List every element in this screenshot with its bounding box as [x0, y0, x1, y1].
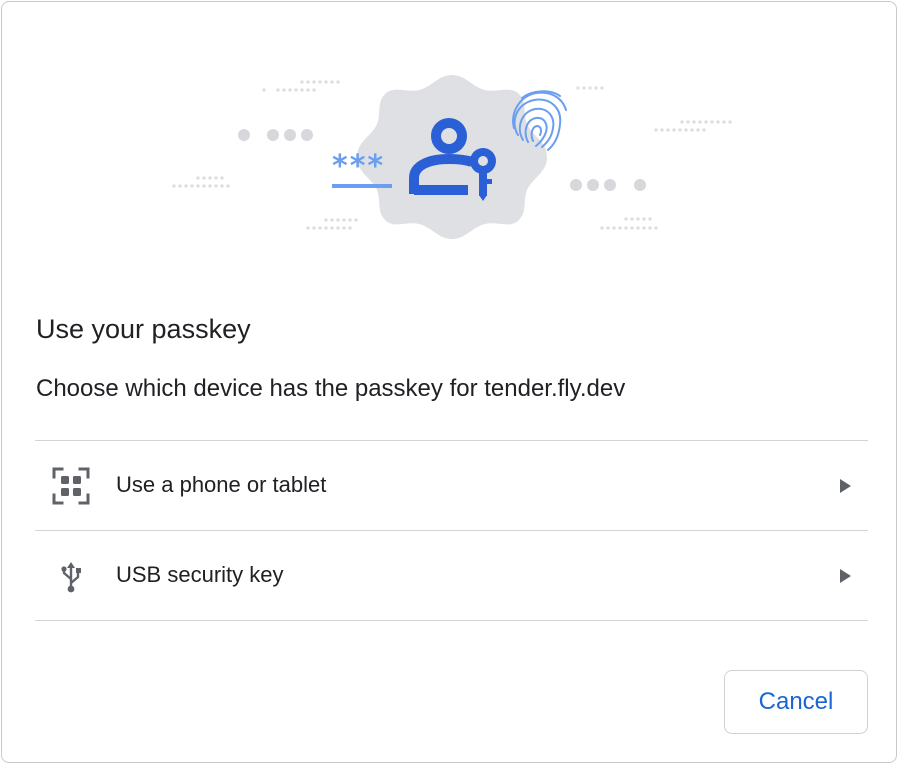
qr-code-icon: [52, 467, 90, 505]
passkey-illustration: ***: [172, 75, 732, 239]
chevron-right-icon: [840, 479, 851, 493]
option-phone-or-tablet[interactable]: Use a phone or tablet: [35, 441, 868, 531]
cancel-button[interactable]: Cancel: [724, 670, 868, 734]
chevron-right-icon: [840, 569, 851, 583]
password-mask-text: ***: [332, 149, 385, 184]
option-label: USB security key: [116, 562, 284, 587]
device-option-list: Use a phone or tablet USB security key: [35, 440, 868, 621]
dialog-subtitle: Choose which device has the passkey for …: [36, 375, 626, 402]
password-underline: [332, 184, 392, 188]
decorative-dots-right: [570, 86, 732, 230]
decorative-dots-left: [172, 80, 358, 230]
option-usb-security-key[interactable]: USB security key: [35, 531, 868, 621]
passkey-dialog: *** Use your passkey Choose which device: [1, 1, 897, 763]
dialog-title: Use your passkey: [36, 314, 251, 344]
usb-icon: [61, 562, 81, 593]
option-label: Use a phone or tablet: [116, 472, 327, 497]
